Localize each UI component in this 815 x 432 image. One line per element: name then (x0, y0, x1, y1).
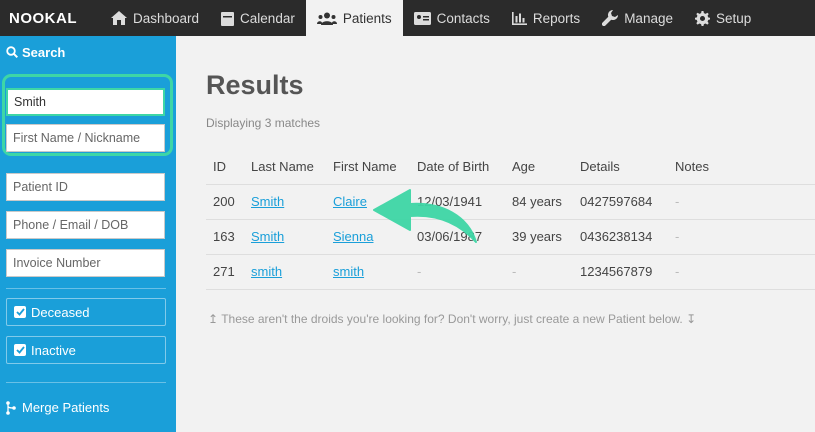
search-icon (6, 46, 18, 58)
first-name-input[interactable]: First Name / Nickname (6, 124, 165, 152)
cell-details: 0427597684 (573, 183, 668, 219)
address-card-icon (413, 11, 431, 25)
sidebar-divider (6, 382, 166, 383)
col-notes: Notes (675, 159, 709, 175)
nav-reports-label: Reports (532, 10, 581, 26)
top-nav: NOOKAL Dashboard Calendar Patients Conta… (0, 0, 815, 36)
table-row[interactable]: 163 Smith Sienna 03/06/1987 39 years 043… (206, 218, 815, 254)
first-name-link[interactable]: smith (333, 264, 364, 279)
wrench-icon (602, 10, 619, 26)
tutorial-arrow-icon (373, 189, 477, 243)
table-header-row: ID Last Name First Name Date of Birth Ag… (206, 150, 815, 184)
cell-notes: - (668, 183, 815, 219)
create-patient-hint: ↥ These aren't the droids you're looking… (208, 312, 696, 326)
last-name-link[interactable]: smith (251, 264, 282, 279)
col-age: Age (512, 159, 536, 175)
arrow-down-icon: ↧ (686, 312, 697, 326)
page-title: Results (206, 70, 304, 100)
cell-details: 0436238134 (573, 218, 668, 254)
table-row[interactable]: 200 Smith Claire 12/03/1941 84 years 042… (206, 183, 815, 219)
invoice-number-input[interactable]: Invoice Number (6, 249, 165, 277)
sidebar-divider (6, 288, 166, 289)
merge-icon (6, 400, 16, 415)
nav-calendar-label: Calendar (240, 10, 295, 26)
cell-notes: - (668, 253, 815, 290)
nav-manage[interactable]: Manage (591, 0, 684, 36)
nav-manage-label: Manage (624, 10, 673, 26)
table-row[interactable]: 271 smith smith - - 1234567879 - (206, 253, 815, 290)
cell-id: 200 (206, 183, 244, 219)
col-dob[interactable]: Date of Birth (410, 150, 505, 184)
nav-patients-label: Patients (342, 10, 392, 26)
cell-dob: - (410, 253, 505, 290)
cell-details: 1234567879 (573, 253, 668, 290)
results-count: Displaying 3 matches (206, 116, 321, 130)
first-name-link[interactable]: Sienna (333, 229, 373, 244)
cell-id: 271 (206, 253, 244, 290)
col-first-name[interactable]: First Name (326, 150, 410, 184)
calendar-icon (221, 11, 235, 26)
merge-patients-link[interactable]: Merge Patients (6, 400, 109, 415)
cell-age: - (505, 253, 573, 290)
last-name-input[interactable]: Smith (6, 88, 165, 116)
search-heading: Search (0, 36, 176, 68)
deceased-checkbox[interactable]: Deceased (6, 298, 166, 326)
deceased-label: Deceased (31, 304, 90, 320)
check-icon (14, 344, 26, 356)
last-name-link[interactable]: Smith (251, 194, 284, 209)
phone-email-dob-input[interactable]: Phone / Email / DOB (6, 211, 165, 239)
nav-reports[interactable]: Reports (501, 0, 591, 36)
nav-setup[interactable]: Setup (684, 0, 762, 36)
cell-age: 39 years (505, 218, 573, 254)
col-details: Details (580, 159, 620, 175)
cell-id: 163 (206, 218, 244, 254)
search-heading-label: Search (22, 44, 66, 60)
cell-notes: - (668, 218, 815, 254)
logo-text: NOOKAL (9, 9, 77, 27)
users-icon (316, 12, 337, 25)
nav-contacts[interactable]: Contacts (403, 0, 501, 36)
nav-contacts-label: Contacts (436, 10, 490, 26)
nav-dashboard[interactable]: Dashboard (100, 0, 210, 36)
results-panel: Results Displaying 3 matches ID Last Nam… (176, 36, 815, 432)
inactive-label: Inactive (31, 342, 76, 358)
last-name-link[interactable]: Smith (251, 229, 284, 244)
search-sidebar: Search Smith First Name / Nickname Patie… (0, 36, 176, 432)
arrow-up-icon: ↥ (208, 312, 219, 326)
col-last-name[interactable]: Last Name (244, 150, 326, 184)
nav-patients[interactable]: Patients (305, 0, 403, 36)
results-table: ID Last Name First Name Date of Birth Ag… (206, 150, 815, 290)
gear-icon (694, 10, 710, 26)
first-name-link[interactable]: Claire (333, 194, 367, 209)
patient-id-input[interactable]: Patient ID (6, 173, 165, 201)
cell-age: 84 years (505, 183, 573, 219)
inactive-checkbox[interactable]: Inactive (6, 336, 166, 364)
hint-text: These aren't the droids you're looking f… (221, 312, 683, 326)
nav-dashboard-label: Dashboard (133, 10, 200, 26)
check-icon (14, 306, 26, 318)
merge-patients-label: Merge Patients (22, 400, 110, 415)
nav-setup-label: Setup (715, 10, 752, 26)
nookal-logo[interactable]: NOOKAL (0, 0, 100, 36)
nav-calendar[interactable]: Calendar (210, 0, 306, 36)
bar-chart-icon (511, 11, 527, 25)
home-icon (111, 11, 127, 25)
col-id: ID (213, 159, 226, 175)
